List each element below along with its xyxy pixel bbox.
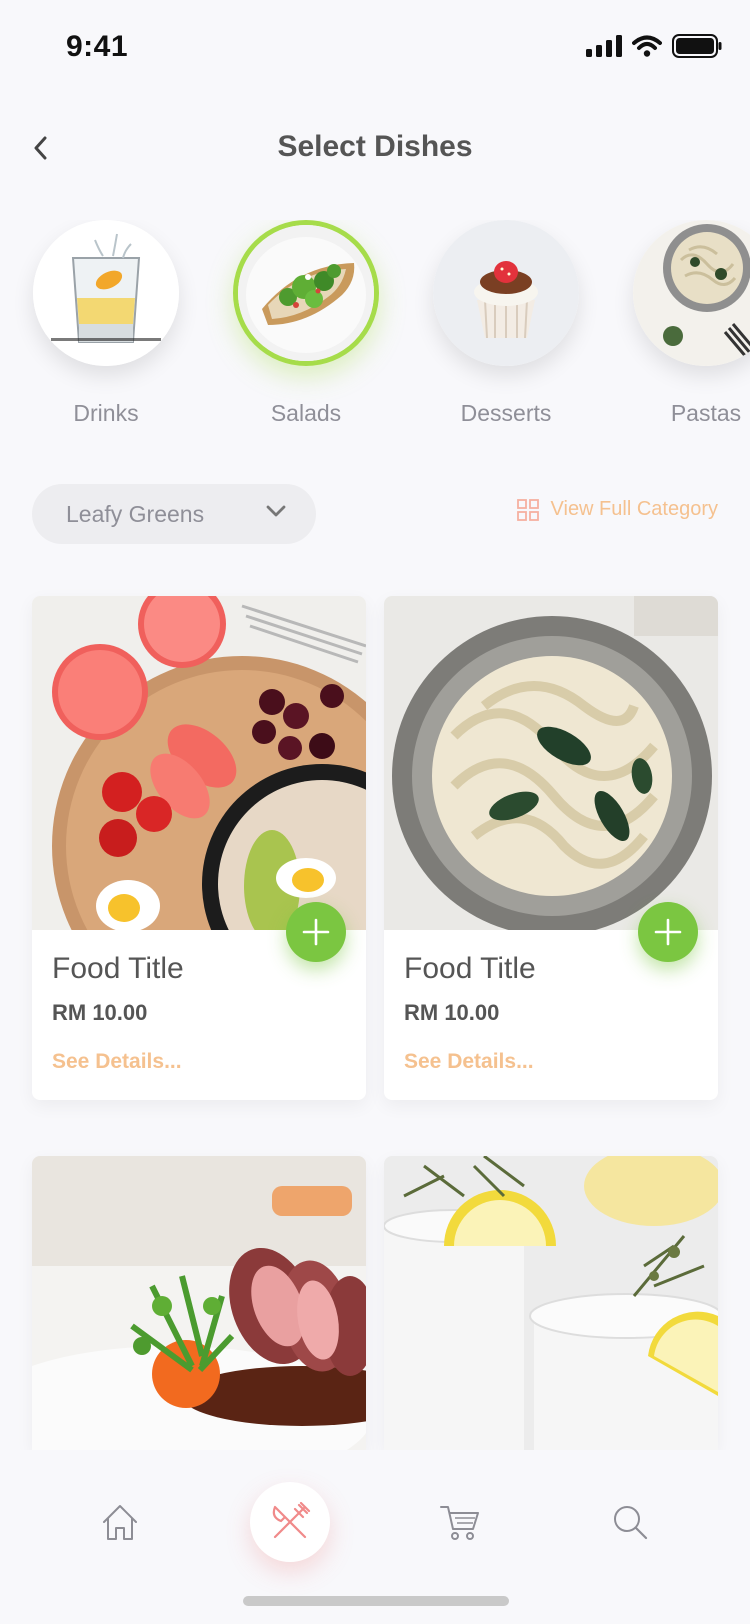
food-card[interactable]: Food Title RM 10.00 See Details... — [32, 596, 366, 1100]
food-image — [32, 1156, 366, 1450]
wifi-icon — [632, 35, 662, 57]
chevron-down-icon — [266, 505, 286, 517]
food-image — [32, 596, 366, 930]
category-pastas[interactable]: Pastas — [621, 220, 750, 427]
category-drinks-image — [33, 220, 179, 366]
nav-home[interactable] — [80, 1482, 160, 1562]
category-label: Pastas — [670, 400, 742, 426]
category-pastas-image — [633, 220, 750, 366]
food-card[interactable]: Food Title RM 10.00 See Details... — [384, 596, 718, 1100]
home-icon — [103, 1505, 137, 1540]
status-icons — [586, 34, 722, 58]
add-to-cart-button[interactable] — [286, 902, 346, 962]
see-details-link[interactable]: See Details... — [52, 1050, 182, 1074]
plus-icon — [302, 918, 330, 946]
category-desserts-image — [433, 220, 579, 366]
card-body: Food Title RM 10.00 See Details... — [52, 952, 346, 1074]
category-carousel[interactable]: Drinks Salads Desserts Pastas — [0, 220, 750, 440]
category-salads[interactable]: Salads — [221, 220, 391, 427]
card-body: Food Title RM 10.00 See Details... — [404, 952, 698, 1074]
see-details-link[interactable]: See Details... — [404, 1050, 534, 1074]
nav-menu[interactable] — [250, 1482, 330, 1562]
cart-icon — [440, 1506, 479, 1540]
category-label: Desserts — [460, 400, 552, 426]
view-full-category-link[interactable]: View Full Category — [516, 498, 718, 521]
category-label: Salads — [270, 400, 342, 426]
grid-icon — [516, 498, 539, 521]
category-label: Drinks — [73, 400, 139, 426]
nav-search[interactable] — [590, 1482, 670, 1562]
food-image — [384, 1156, 718, 1450]
status-bar: 9:41 — [0, 0, 750, 90]
plus-icon — [654, 918, 682, 946]
category-desserts[interactable]: Desserts — [421, 220, 591, 427]
subcategory-dropdown[interactable]: Leafy Greens — [32, 484, 316, 544]
home-indicator — [243, 1596, 509, 1606]
food-card[interactable] — [32, 1156, 366, 1450]
header: Select Dishes — [0, 110, 750, 180]
dropdown-value: Leafy Greens — [66, 500, 205, 527]
signal-icon — [586, 35, 622, 57]
food-price: RM 10.00 — [404, 1000, 500, 1025]
battery-icon — [672, 34, 722, 58]
view-full-category-label: View Full Category — [550, 498, 718, 520]
status-time: 9:41 — [66, 30, 129, 63]
nav-cart[interactable] — [420, 1482, 500, 1562]
category-drinks[interactable]: Drinks — [21, 220, 191, 427]
food-image — [384, 596, 718, 930]
food-card[interactable] — [384, 1156, 718, 1450]
page-title: Select Dishes — [277, 130, 473, 163]
category-salads-image — [233, 220, 379, 366]
food-price: RM 10.00 — [52, 1000, 148, 1025]
utensils-icon — [272, 1501, 311, 1539]
filter-row: Leafy Greens View Full Category — [32, 484, 718, 544]
search-icon — [614, 1506, 648, 1540]
add-to-cart-button[interactable] — [638, 902, 698, 962]
